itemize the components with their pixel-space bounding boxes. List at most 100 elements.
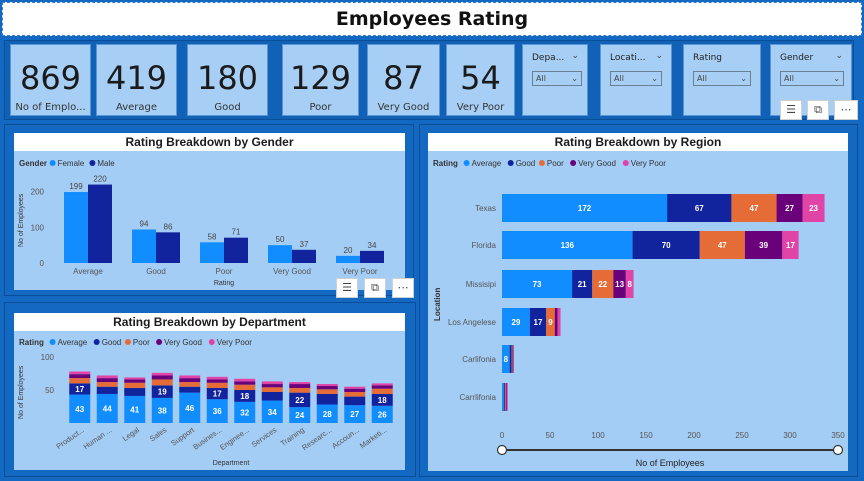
data-label: 21 — [578, 280, 587, 289]
kpi-card-good[interactable]: 180 Good — [187, 44, 268, 116]
bar-segment — [151, 372, 173, 376]
data-label: 46 — [185, 404, 194, 413]
slicer-value: All — [697, 74, 707, 83]
y-tick-label: Missisipi — [466, 280, 496, 289]
bar-segment — [371, 385, 393, 389]
bar-segment — [344, 386, 366, 389]
legend-marker — [538, 160, 545, 166]
data-label: 94 — [140, 219, 149, 228]
kpi-card-poor[interactable]: 129 Poor — [282, 44, 359, 116]
bar-segment — [179, 382, 201, 387]
more-options-icon[interactable]: ⋯ — [392, 278, 414, 298]
filter-icon[interactable]: ☰ — [336, 278, 358, 298]
legend-entry: Very Poor — [631, 159, 666, 168]
data-label: 17 — [213, 390, 222, 399]
bar — [360, 250, 384, 263]
data-label: 39 — [759, 241, 768, 250]
data-label: 27 — [350, 410, 359, 419]
x-tick-label: Human ... — [82, 425, 114, 451]
data-label: 70 — [662, 241, 671, 250]
legend-marker — [208, 339, 215, 345]
data-label: 47 — [718, 241, 727, 250]
kpi-card-very-poor[interactable]: 54 Very Poor — [446, 44, 515, 116]
kpi-value: 419 — [105, 59, 168, 97]
data-label: 17 — [75, 385, 84, 394]
bar-segment — [151, 375, 173, 380]
legend-marker — [49, 160, 56, 166]
bar — [268, 245, 292, 263]
slicer-department[interactable]: Depa... ⌄ All ⌄ — [522, 44, 588, 116]
kpi-label: Average — [115, 102, 158, 113]
kpi-card-average[interactable]: 419 Average — [96, 44, 177, 116]
data-label: 58 — [208, 232, 217, 241]
zoom-slider-handle — [496, 444, 508, 456]
bar — [224, 237, 248, 263]
data-label: 17 — [786, 241, 795, 250]
x-tick-label: Good — [146, 267, 166, 276]
filter-icon[interactable]: ☰ — [780, 100, 802, 120]
data-label: 220 — [93, 175, 107, 184]
x-tick-label: Services — [250, 425, 279, 449]
data-label: 34 — [268, 408, 277, 417]
legend-entry: Very Good — [578, 159, 616, 168]
slicer-dropdown[interactable]: All ⌄ — [780, 71, 844, 86]
kpi-value: 180 — [196, 59, 259, 97]
slicer-dropdown[interactable]: All ⌄ — [532, 71, 582, 86]
focus-mode-icon[interactable]: ⧉ — [807, 100, 829, 120]
data-label: 41 — [130, 405, 139, 414]
slicer-label: Rating — [693, 53, 723, 63]
bar-segment — [557, 308, 561, 336]
more-options-icon[interactable]: ⋯ — [834, 100, 858, 120]
kpi-card-very-good[interactable]: 87 Very Good — [367, 44, 440, 116]
x-tick-label: 0 — [500, 431, 505, 440]
legend-title: Rating — [19, 338, 44, 347]
y-tick-label: Carrlifonia — [460, 393, 497, 402]
x-axis-label: Rating — [214, 280, 234, 287]
legend-entry: Good — [516, 159, 536, 168]
kpi-card-total[interactable]: 869 No of Emplo... — [10, 44, 91, 116]
focus-mode-icon[interactable]: ⧉ — [364, 278, 386, 298]
legend-title: Rating — [433, 159, 458, 168]
slicer-dropdown[interactable]: All ⌄ — [693, 71, 751, 86]
bar-segment — [96, 382, 118, 387]
data-label: 37 — [300, 240, 309, 249]
bar-segment — [511, 345, 513, 373]
y-tick-label: 50 — [45, 386, 54, 395]
data-label: 67 — [695, 204, 704, 213]
bar — [132, 229, 156, 263]
bar-segment — [179, 375, 201, 379]
kpi-value: 869 — [19, 59, 82, 97]
data-label: 136 — [561, 241, 575, 250]
region-chart[interactable]: Rating Average Good Poor Very Good Very Poor T… — [428, 151, 848, 471]
x-tick-label: Busines... — [191, 425, 223, 451]
data-label: 38 — [158, 406, 167, 415]
department-chart[interactable]: Rating Average Good Poor Very Good Very Poor 5… — [14, 331, 405, 470]
kpi-label: Very Poor — [456, 102, 505, 113]
data-label: 27 — [785, 204, 794, 213]
slicer-dropdown[interactable]: All ⌄ — [610, 71, 662, 86]
slicer-rating[interactable]: Rating All ⌄ — [683, 44, 761, 116]
legend-marker — [622, 160, 629, 166]
y-tick-label: Los Angelese — [448, 318, 497, 327]
kpi-label: No of Emplo... — [15, 102, 86, 113]
slicer-location[interactable]: Locati... ⌄ All ⌄ — [600, 44, 672, 116]
chevron-down-icon[interactable]: ⌄ — [835, 51, 843, 61]
bar-segment — [206, 376, 228, 380]
zoom-slider-handle — [832, 444, 844, 456]
legend-entry: Poor — [133, 338, 150, 347]
bar-segment — [344, 388, 366, 392]
legend-marker — [93, 339, 100, 345]
kpi-value: 54 — [460, 59, 501, 97]
chevron-down-icon: ⌄ — [571, 74, 578, 83]
legend-marker — [463, 160, 470, 166]
bar-segment — [179, 378, 201, 383]
legend-entry: Very Good — [164, 338, 202, 347]
title-bar: Employees Rating — [2, 2, 862, 36]
x-tick-label: 150 — [639, 431, 653, 440]
chevron-down-icon[interactable]: ⌄ — [655, 51, 663, 61]
bar-segment — [506, 383, 508, 411]
chevron-down-icon: ⌄ — [740, 74, 747, 83]
bar-segment — [504, 383, 506, 411]
gender-chart[interactable]: Gender Female Male 0 100 200 No of Employees 19… — [14, 151, 405, 290]
chevron-down-icon[interactable]: ⌄ — [571, 51, 579, 61]
